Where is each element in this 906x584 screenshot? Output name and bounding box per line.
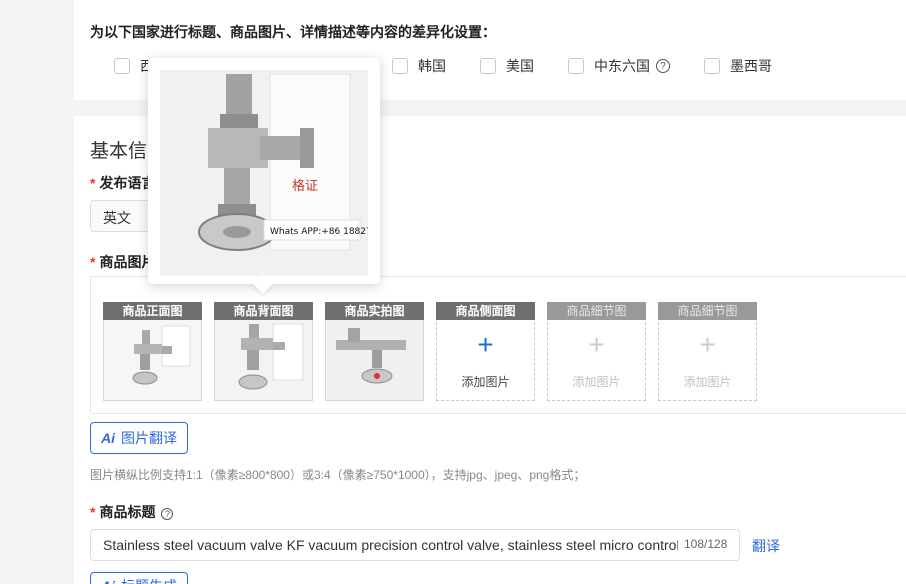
add-image-label: 添加图片: [572, 375, 621, 389]
checkbox-box[interactable]: [114, 58, 130, 74]
watermark-text: Whats APP:+86 18827040580: [270, 227, 368, 237]
certificate-stamp-text: 格证: [292, 178, 318, 194]
language-label: * 发布语言: [90, 175, 156, 191]
checkbox-box[interactable]: [568, 58, 584, 74]
slot-caption: 商品实拍图: [325, 302, 424, 320]
image-translate-label: 图片翻译: [121, 430, 177, 446]
image-preview-popup: 格证 Whats APP:+86 18827040580: [148, 58, 380, 294]
ai-icon: Ai: [101, 578, 115, 584]
product-title-input[interactable]: Stainless steel vacuum valve KF vacuum p…: [90, 529, 740, 561]
country-checkbox-usa[interactable]: 美国: [480, 56, 534, 76]
add-image-label: 添加图片: [683, 375, 732, 389]
slot-caption: 商品背面图: [214, 302, 313, 320]
title-generate-label: 标题生成: [121, 576, 177, 584]
add-image-label: 添加图片: [461, 375, 510, 389]
ai-icon: Ai: [101, 430, 115, 446]
slot-caption: 商品正面图: [103, 302, 202, 320]
image-slot-detail-2[interactable]: 商品细节图 + 添加图片: [658, 302, 757, 401]
country-label: 中东六国: [594, 58, 650, 74]
checkbox-box[interactable]: [704, 58, 720, 74]
help-icon[interactable]: ?: [656, 59, 670, 73]
slot-caption: 商品细节图: [658, 302, 757, 320]
checkbox-box[interactable]: [480, 58, 496, 74]
required-asterisk: *: [90, 504, 96, 520]
product-thumbnail[interactable]: [215, 320, 312, 400]
product-thumbnail[interactable]: [326, 320, 423, 400]
country-checkbox-korea[interactable]: 韩国: [392, 56, 446, 76]
product-title-label: * 商品标题?: [90, 502, 174, 522]
image-slot-back[interactable]: 商品背面图: [214, 302, 313, 401]
image-slot-side[interactable]: 商品侧面图 + 添加图片: [436, 302, 535, 401]
images-label: * 商品图片: [90, 254, 156, 270]
plus-icon: +: [588, 329, 605, 360]
translate-link[interactable]: 翻译: [752, 536, 780, 556]
country-label: 韩国: [418, 58, 446, 74]
image-translate-button[interactable]: Ai 图片翻译: [90, 422, 188, 454]
image-slot-detail-1[interactable]: 商品细节图 + 添加图片: [547, 302, 646, 401]
slot-caption: 商品侧面图: [436, 302, 535, 320]
required-asterisk: *: [90, 254, 96, 270]
title-char-counter: 108/128: [678, 537, 728, 551]
checkbox-box[interactable]: [392, 58, 408, 74]
country-checkbox-mexico[interactable]: 墨西哥: [704, 56, 772, 76]
country-checkbox-middle-east[interactable]: 中东六国?: [568, 56, 670, 76]
country-label: 美国: [506, 58, 534, 74]
differentiation-title: 为以下国家进行标题、商品图片、详情描述等内容的差异化设置：: [90, 24, 496, 40]
preview-image: 格证 Whats APP:+86 18827040580: [160, 70, 368, 276]
plus-icon[interactable]: +: [437, 331, 534, 359]
country-label: 墨西哥: [730, 58, 772, 74]
product-thumbnail[interactable]: [104, 320, 201, 400]
help-icon[interactable]: ?: [161, 508, 174, 520]
plus-icon: +: [699, 329, 716, 360]
required-asterisk: *: [90, 175, 96, 191]
slot-caption: 商品细节图: [547, 302, 646, 320]
image-hint: 图片横纵比例支持1:1（像素≥800*800）或3:4（像素≥750*1000）…: [90, 468, 586, 482]
image-slot-real-shot[interactable]: 商品实拍图: [325, 302, 424, 401]
title-generate-button[interactable]: Ai 标题生成: [90, 572, 188, 584]
image-slot-front[interactable]: 商品正面图: [103, 302, 202, 401]
